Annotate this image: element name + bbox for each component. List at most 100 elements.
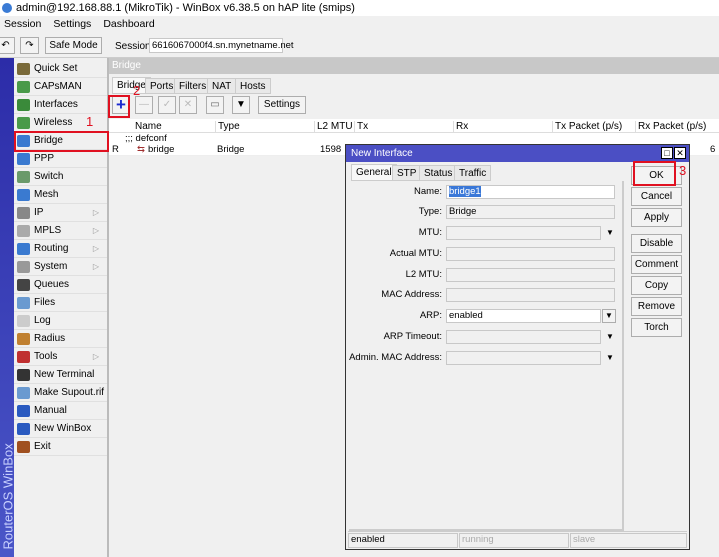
sidebar-item-mpls[interactable]: MPLS ▷ [14, 222, 107, 240]
name-label: Name: [414, 186, 442, 197]
tab-hosts[interactable]: Hosts [235, 78, 271, 94]
queues-icon [17, 279, 30, 291]
ip-icon [17, 207, 30, 219]
dropdown-arrow-icon[interactable]: ▼ [606, 228, 614, 237]
sidebar-item-routing[interactable]: Routing ▷ [14, 240, 107, 258]
dtab-stp[interactable]: STP [392, 165, 422, 181]
sidebar-item-ip[interactable]: IP ▷ [14, 204, 107, 222]
remove-icon[interactable]: — [135, 96, 153, 114]
brand-stripe: RouterOS WinBox [0, 58, 16, 557]
sidebar-item-tools[interactable]: Tools ▷ [14, 348, 107, 366]
apply-button[interactable]: Apply [631, 208, 682, 227]
dtab-status[interactable]: Status [419, 165, 458, 181]
remove-button[interactable]: Remove [631, 297, 682, 316]
table-header: Name Type L2 MTU Tx Rx Tx Packet (p/s) R… [109, 119, 719, 133]
col-l2mtu[interactable]: L2 MTU [314, 121, 353, 132]
safe-mode-button[interactable]: Safe Mode [45, 37, 102, 54]
comment-icon[interactable]: ▭ [206, 96, 224, 114]
admin-mac-address-field[interactable] [446, 351, 601, 365]
highlight-bridge [14, 131, 109, 152]
name-value: bridge1 [449, 186, 481, 197]
sidebar-item-label: Make Supout.rif [34, 387, 105, 398]
col-tx-packet[interactable]: Tx Packet (p/s) [552, 121, 622, 132]
manual-icon [17, 405, 30, 417]
status-slave: slave [570, 533, 687, 548]
comment-button[interactable]: Comment [631, 255, 682, 274]
switch-icon [17, 171, 30, 183]
make-supout-rif-icon [17, 387, 30, 399]
sidebar-item-files[interactable]: Files [14, 294, 107, 312]
col-name[interactable]: Name [135, 121, 162, 132]
sidebar-item-capsman[interactable]: CAPsMAN [14, 78, 107, 96]
sidebar-item-new-winbox[interactable]: New WinBox [14, 420, 107, 438]
submenu-arrow-icon: ▷ [92, 262, 99, 271]
menu-dashboard[interactable]: Dashboard [103, 18, 154, 30]
mac-address-field[interactable] [446, 288, 615, 302]
submenu-arrow-icon: ▷ [92, 352, 99, 361]
disable-button[interactable]: Disable [631, 234, 682, 253]
dtab-general[interactable]: General [351, 164, 397, 181]
sidebar-item-log[interactable]: Log [14, 312, 107, 330]
sidebar-item-label: New WinBox [34, 423, 92, 434]
quick-set-icon [17, 63, 30, 75]
close-icon[interactable]: ✕ [674, 147, 686, 159]
sidebar-item-mesh[interactable]: Mesh [14, 186, 107, 204]
cancel-button[interactable]: Cancel [631, 187, 682, 206]
sidebar-item-radius[interactable]: Radius [14, 330, 107, 348]
row-flag: R [112, 144, 119, 155]
sidebar-item-system[interactable]: System ▷ [14, 258, 107, 276]
col-rx-packet[interactable]: Rx Packet (p/s) [635, 121, 706, 132]
sidebar-item-new-terminal[interactable]: New Terminal [14, 366, 107, 384]
sidebar-item-label: System [34, 261, 68, 272]
window-title: admin@192.168.88.1 (MikroTik) - WinBox v… [16, 2, 355, 14]
arp-dropdown-icon[interactable]: ▼ [602, 309, 616, 323]
new-terminal-icon [17, 369, 30, 381]
highlight-add [108, 95, 130, 118]
bridge-icon: ⇆ [137, 144, 145, 155]
mtu-field[interactable] [446, 226, 601, 240]
settings-button[interactable]: Settings [258, 96, 306, 114]
menu-settings[interactable]: Settings [53, 18, 91, 30]
arp-timeout-field[interactable] [446, 330, 601, 344]
arp-field[interactable]: enabled [446, 309, 601, 323]
col-rx[interactable]: Rx [453, 121, 468, 132]
l2-mtu-field[interactable] [446, 268, 615, 282]
dropdown-arrow-icon[interactable]: ▼ [606, 353, 614, 362]
menu-session[interactable]: Session [4, 18, 41, 30]
session-field[interactable]: 6616067000f4.sn.mynetname.net [149, 38, 294, 53]
actual-mtu-field[interactable] [446, 247, 615, 261]
name-field[interactable]: bridge1 [446, 185, 615, 199]
enable-icon[interactable]: ✓ [158, 96, 176, 114]
undo-icon[interactable]: ↶ [0, 37, 15, 54]
tab-filters[interactable]: Filters [174, 78, 212, 94]
sidebar-item-manual[interactable]: Manual [14, 402, 107, 420]
sidebar-item-quick-set[interactable]: Quick Set [14, 60, 107, 78]
sidebar-item-exit[interactable]: Exit [14, 438, 107, 456]
dtab-traffic[interactable]: Traffic [454, 165, 492, 181]
sidebar-item-label: Queues [34, 279, 70, 290]
col-type[interactable]: Type [215, 121, 240, 132]
torch-button[interactable]: Torch [631, 318, 682, 337]
disable-icon[interactable]: ✕ [179, 96, 197, 114]
col-tx[interactable]: Tx [354, 121, 368, 132]
sidebar-item-switch[interactable]: Switch [14, 168, 107, 186]
filter-icon[interactable]: ▼ [232, 96, 250, 114]
general-pane: Name: bridge1 Type: Bridge MTU: ▼ Actual MTU: L… [349, 181, 624, 531]
sidebar-item-interfaces[interactable]: Interfaces [14, 96, 107, 114]
type-field: Bridge [446, 205, 615, 219]
type-label: Type: [418, 206, 442, 217]
tab-nat[interactable]: NAT [207, 78, 237, 94]
copy-button[interactable]: Copy [631, 276, 682, 295]
sidebar-item-make-supout-rif[interactable]: Make Supout.rif [14, 384, 107, 402]
maximize-icon[interactable]: □ [661, 147, 673, 159]
row-name: bridge [148, 144, 175, 155]
sidebar-item-ppp[interactable]: PPP [14, 150, 107, 168]
redo-icon[interactable]: ↷ [20, 37, 39, 54]
dialog-title-bar[interactable]: New Interface □ ✕ [346, 145, 689, 162]
admin-mac-address-label: Admin. MAC Address: [349, 352, 442, 363]
type-value: Bridge [449, 206, 477, 217]
arp-label: ARP: [419, 310, 442, 321]
dropdown-arrow-icon[interactable]: ▼ [606, 332, 614, 341]
highlight-ok [633, 161, 676, 186]
sidebar-item-queues[interactable]: Queues [14, 276, 107, 294]
